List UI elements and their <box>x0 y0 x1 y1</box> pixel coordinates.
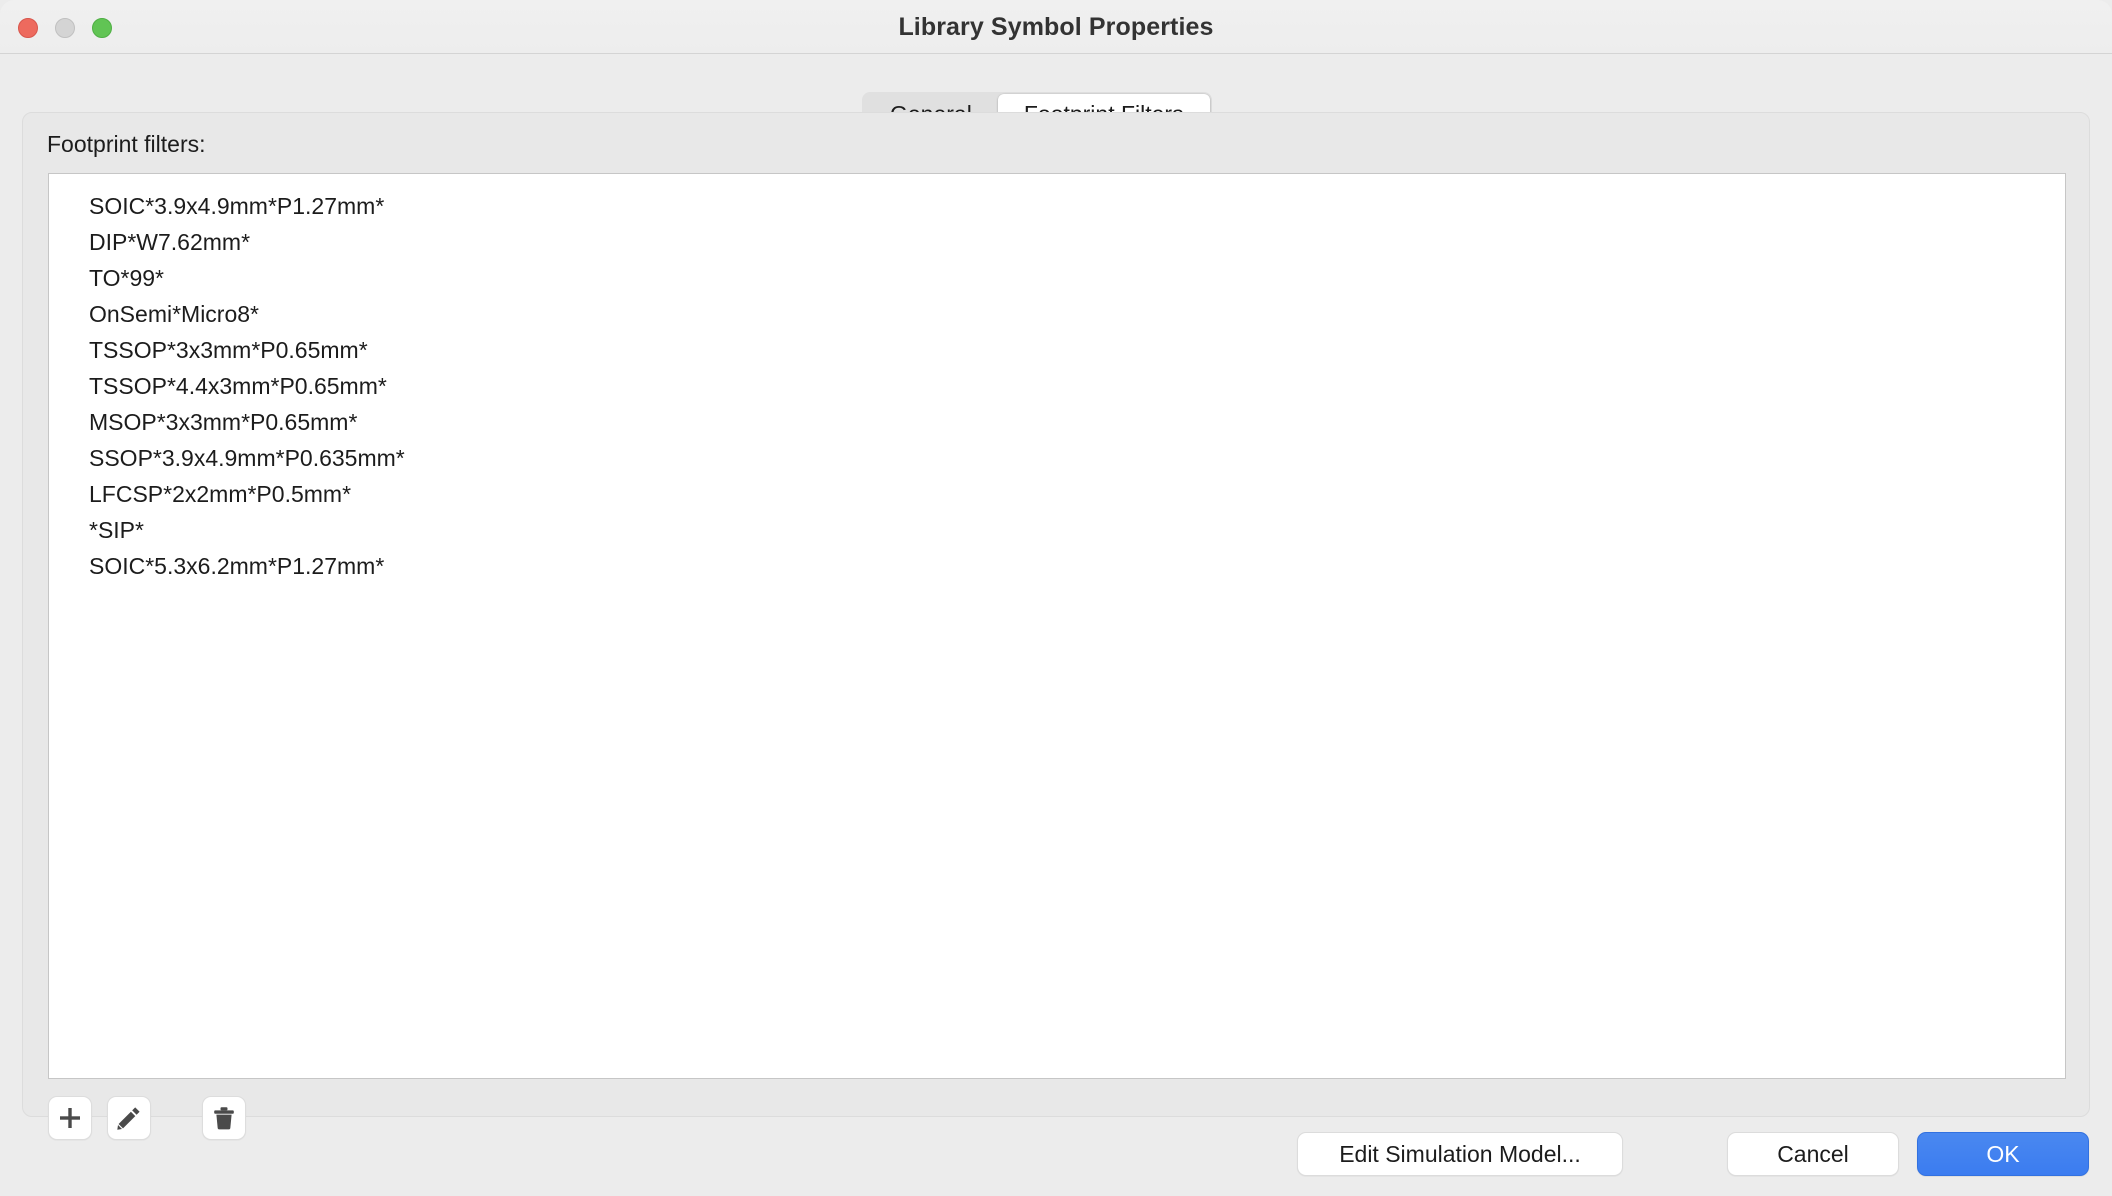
list-item[interactable]: LFCSP*2x2mm*P0.5mm* <box>49 476 2065 512</box>
footprint-filters-label: Footprint filters: <box>47 131 206 157</box>
edit-simulation-model-button[interactable]: Edit Simulation Model... <box>1297 1132 1623 1176</box>
ok-button[interactable]: OK <box>1917 1132 2089 1176</box>
footprint-filters-list[interactable]: SOIC*3.9x4.9mm*P1.27mm* DIP*W7.62mm* TO*… <box>48 173 2066 1079</box>
title-bar: Library Symbol Properties <box>0 0 2112 54</box>
list-item[interactable]: TSSOP*4.4x3mm*P0.65mm* <box>49 368 2065 404</box>
list-item[interactable]: TSSOP*3x3mm*P0.65mm* <box>49 332 2065 368</box>
dialog-window: Library Symbol Properties General Footpr… <box>0 0 2112 1196</box>
footprint-filters-panel: Footprint filters: SOIC*3.9x4.9mm*P1.27m… <box>22 112 2090 1140</box>
window-title: Library Symbol Properties <box>898 13 1214 41</box>
list-item[interactable]: OnSemi*Micro8* <box>49 296 2065 332</box>
list-item[interactable]: SSOP*3.9x4.9mm*P0.635mm* <box>49 440 2065 476</box>
action-bar: Edit Simulation Model... Cancel OK <box>0 1122 2112 1196</box>
list-item[interactable]: SOIC*3.9x4.9mm*P1.27mm* <box>49 188 2065 224</box>
list-item[interactable]: SOIC*5.3x6.2mm*P1.27mm* <box>49 548 2065 584</box>
list-item[interactable]: DIP*W7.62mm* <box>49 224 2065 260</box>
cancel-button[interactable]: Cancel <box>1727 1132 1899 1176</box>
list-item[interactable]: *SIP* <box>49 512 2065 548</box>
tab-bar: General Footprint Filters <box>0 54 2112 136</box>
list-item[interactable]: MSOP*3x3mm*P0.65mm* <box>49 404 2065 440</box>
list-item[interactable]: TO*99* <box>49 260 2065 296</box>
